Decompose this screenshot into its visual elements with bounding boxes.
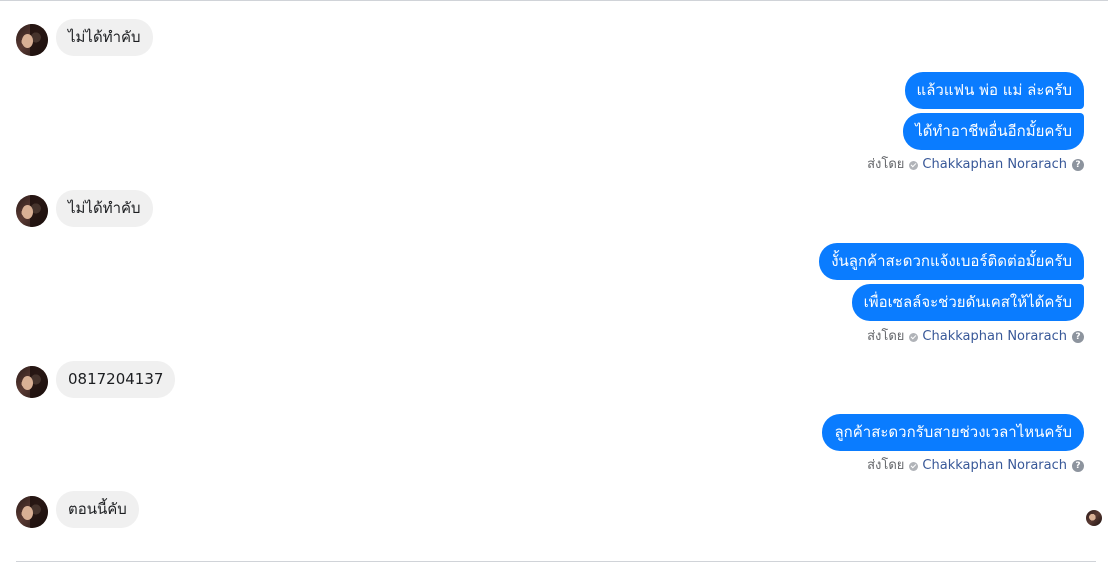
sent-by-label: ส่งโดย Chakkaphan Norarach ? (867, 457, 1084, 475)
contact-avatar[interactable] (16, 195, 48, 227)
sent-by-label: ส่งโดย Chakkaphan Norarach ? (867, 156, 1084, 174)
verified-check-icon (909, 332, 919, 342)
outgoing-message-bubble[interactable]: แล้วแฟน พ่อ แม่ ล่ะครับ (904, 72, 1084, 109)
incoming-message-bubble[interactable]: ไม่ได้ทำคับ (56, 190, 153, 227)
incoming-message-bubble[interactable]: ไม่ได้ทำคับ (56, 19, 153, 56)
sender-name-link[interactable]: Chakkaphan Norarach (922, 457, 1067, 475)
sender-name-link[interactable]: Chakkaphan Norarach (922, 328, 1067, 346)
incoming-message-bubble[interactable]: 0817204137 (56, 361, 176, 398)
help-icon[interactable]: ? (1072, 159, 1084, 171)
contact-avatar[interactable] (16, 496, 48, 528)
help-icon[interactable]: ? (1072, 331, 1084, 343)
outgoing-message-bubble[interactable]: เพื่อเซลล์จะช่วยดันเคสให้ได้ครับ (851, 284, 1084, 321)
top-divider (0, 0, 1108, 1)
outgoing-message-bubble[interactable]: ลูกค้าสะดวกรับสายช่วงเวลาไหนครับ (822, 414, 1084, 451)
sent-by-prefix: ส่งโดย (867, 157, 905, 172)
outgoing-message-bubble[interactable]: งั้นลูกค้าสะดวกแจ้งเบอร์ติดต่อมั้ยครับ (819, 243, 1084, 280)
verified-check-icon (909, 461, 919, 471)
seen-receipt-avatar (1086, 510, 1102, 526)
verified-check-icon (909, 160, 919, 170)
sent-by-prefix: ส่งโดย (867, 458, 905, 473)
help-icon[interactable]: ? (1072, 460, 1084, 472)
outgoing-message-bubble[interactable]: ได้ทำอาชีพอื่นอีกมั้ยครับ (903, 113, 1084, 150)
contact-avatar[interactable] (16, 24, 48, 56)
sender-name-link[interactable]: Chakkaphan Norarach (922, 156, 1067, 174)
sent-by-prefix: ส่งโดย (867, 329, 905, 344)
sent-by-label: ส่งโดย Chakkaphan Norarach ? (867, 328, 1084, 346)
incoming-message-bubble[interactable]: ตอนนี้คับ (56, 491, 139, 528)
contact-avatar[interactable] (16, 366, 48, 398)
